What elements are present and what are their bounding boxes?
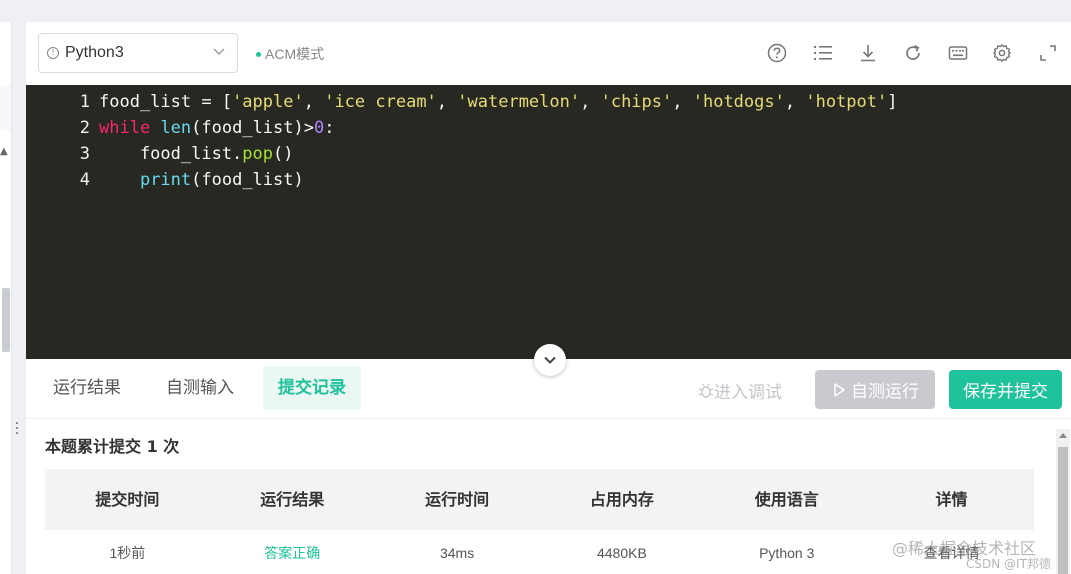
code-token: () [273,144,294,164]
editor-panel: ! Python3 ACM模式 1 food_list = ['apple', … [26,22,1071,574]
line-number: 2 [79,118,90,138]
header-run-time: 运行时间 [425,490,490,509]
header-submit-time: 提交时间 [95,490,160,509]
left-panel-scrollbar[interactable] [2,288,10,352]
code-token: 'ice cream' [324,92,437,112]
app-root: ▲ · · · ! Python3 ACM模式 1 food_list = ['… [0,0,1071,574]
code-text[interactable]: while len(food_list)>0: [99,115,334,141]
code-token: , [580,92,601,112]
header-memory: 占用内存 [589,490,654,509]
resize-handle-icon[interactable]: · · · [13,417,21,441]
code-token: 'apple' [232,92,304,112]
run-test-button[interactable]: 自测运行 [815,370,935,409]
code-token: food_list = [ [99,92,233,112]
code-token: , [303,92,325,112]
line-number: 4 [79,170,90,190]
cell-language: Python 3 [759,545,815,561]
tab-submission-history[interactable]: 提交记录 [263,366,361,410]
code-token: : [324,118,335,138]
table-header: 提交时间 运行结果 运行时间 占用内存 使用语言 详情 [45,469,1034,530]
table-row: 1秒前 答案正确 34ms 4480KB Python 3 查看详情 [45,530,1034,574]
code-token: (food_list) [191,170,304,190]
result-scrollbar[interactable] [1056,429,1070,574]
code-token: , [672,92,693,112]
chevron-down-icon [544,356,556,364]
header-details: 详情 [935,490,968,509]
reload-icon[interactable] [902,42,924,64]
header-run-result: 运行结果 [260,490,325,509]
keyboard-icon[interactable] [947,42,969,64]
code-text[interactable]: food_list = ['apple', 'ice cream', 'wate… [99,89,897,115]
code-text[interactable]: food_list.pop() [99,141,294,167]
tab-custom-input[interactable]: 自测输入 [151,366,249,410]
run-test-label: 自测运行 [851,382,919,402]
submission-count: 本题累计提交 1 次 [45,437,180,456]
language-select[interactable]: ! Python3 [38,33,238,73]
scrollbar-thumb[interactable] [1058,447,1068,574]
scroll-up-icon[interactable] [1059,433,1067,438]
code-token: food_list. [99,144,243,164]
cell-memory: 4480KB [596,545,647,561]
left-panel: ▲ [0,22,12,574]
code-token: , [784,92,806,112]
code-token: len [160,118,192,138]
language-label: Python3 [65,44,124,61]
code-text[interactable]: print(food_list) [99,167,304,193]
collapse-panel-button[interactable] [534,344,566,376]
debug-button[interactable]: 进入调试 [698,378,782,403]
acm-mode-label: ACM模式 [265,46,325,62]
submission-table: 提交时间 运行结果 运行时间 占用内存 使用语言 详情 1秒前 答案正确 34m… [45,469,1034,574]
debug-label: 进入调试 [714,383,782,403]
play-icon [834,382,845,397]
info-icon: ! [47,47,59,59]
watermark-sub: CSDN @IT邦德 [966,557,1051,571]
code-token: (food_list)> [191,118,314,138]
top-strip [0,0,1071,8]
scroll-up-arrow-icon[interactable]: ▲ [0,146,8,157]
editor-toolbar: ! Python3 ACM模式 [26,22,1071,85]
settings-icon[interactable] [991,42,1013,64]
line-number: 3 [79,144,90,164]
code-token: pop [242,144,274,164]
cell-submit-time: 1秒前 [109,545,146,561]
code-token: 'watermelon' [457,92,581,112]
cell-run-result: 答案正确 [264,545,321,561]
code-token: 'hotdogs' [692,92,785,112]
cell-run-time: 34ms [439,545,475,561]
code-token: print [139,170,192,190]
download-icon[interactable] [857,42,879,64]
result-panel: 运行结果 自测输入 提交记录 进入调试 自测运行 保存并提交 本题累计提交 1 … [26,359,1071,574]
code-token: 0 [313,118,325,138]
acm-mode-toggle[interactable]: ACM模式 [256,44,324,64]
fullscreen-icon[interactable] [1037,42,1059,64]
left-panel-body [0,130,11,574]
list-icon[interactable] [812,42,834,64]
code-token: while [99,118,151,138]
code-token: , [436,92,458,112]
code-editor[interactable]: 1 food_list = ['apple', 'ice cream', 'wat… [26,85,1071,359]
mode-dot-icon [256,51,261,57]
help-icon[interactable] [766,42,788,64]
tab-run-result[interactable]: 运行结果 [38,366,136,410]
code-token: ] [887,92,898,112]
code-token: 'chips' [600,92,673,112]
code-token: 'hotpot' [805,92,888,112]
left-panel-top [0,22,11,86]
header-language: 使用语言 [754,490,819,509]
line-number: 1 [79,92,90,112]
save-submit-button[interactable]: 保存并提交 [949,370,1062,409]
bug-icon [698,383,714,398]
chevron-down-icon [213,48,225,55]
